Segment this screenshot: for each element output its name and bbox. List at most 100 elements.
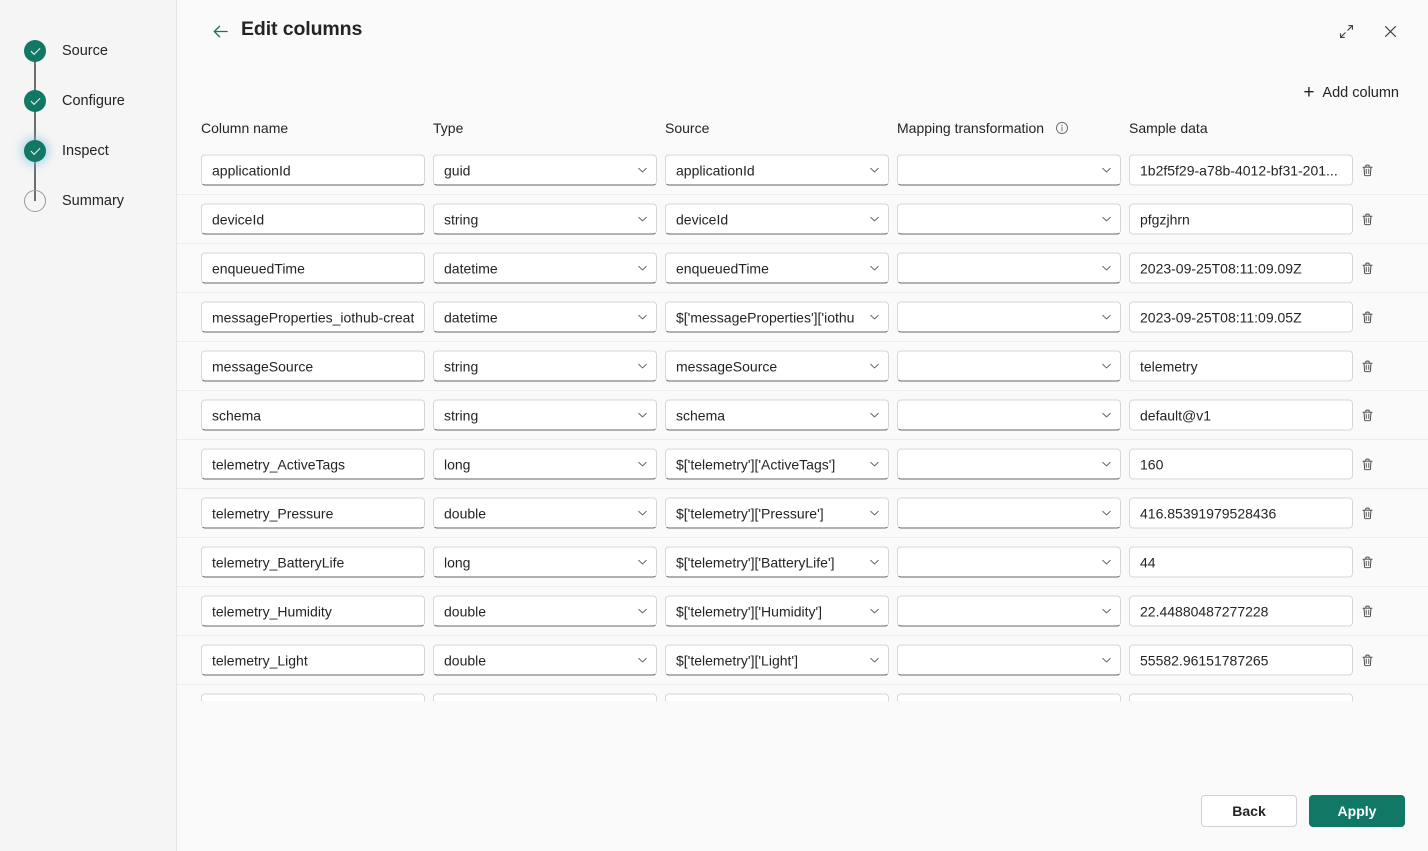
step-label-summary: Summary <box>62 193 125 209</box>
delete-column-button[interactable] <box>1353 156 1381 184</box>
step-label-configure: Configure <box>62 93 125 109</box>
source-dropdown[interactable]: enqueuedTime <box>665 252 889 284</box>
source-dropdown[interactable]: applicationId <box>665 154 889 186</box>
mapping-transformation-dropdown[interactable] <box>897 154 1121 186</box>
delete-column-button[interactable] <box>1353 646 1381 674</box>
column-name-input[interactable]: telemetry_Light <box>201 644 425 676</box>
add-column-button[interactable]: + Add column <box>1296 78 1406 107</box>
type-dropdown[interactable]: long <box>433 448 657 480</box>
delete-column-button[interactable] <box>1353 450 1381 478</box>
delete-column-button[interactable] <box>1353 254 1381 282</box>
column-name-input[interactable] <box>201 693 425 701</box>
source-dropdown[interactable]: $['messageProperties']['iothu <box>665 301 889 333</box>
delete-column-button[interactable] <box>1353 548 1381 576</box>
delete-column-button[interactable] <box>1353 205 1381 233</box>
source-dropdown[interactable] <box>665 693 889 701</box>
type-dropdown[interactable]: double <box>433 497 657 529</box>
cell-mapping-transformation <box>897 644 1121 676</box>
mapping-transformation-dropdown[interactable] <box>897 497 1121 529</box>
cell-column-name: enqueuedTime <box>201 252 425 284</box>
panel-header-actions <box>1331 16 1405 46</box>
cell-source: deviceId <box>665 203 889 235</box>
cell-mapping-transformation <box>897 203 1121 235</box>
columns-table-scroll-area[interactable]: applicationId guid applicationId 1b2f5f29-a… <box>177 146 1428 701</box>
delete-column-button[interactable] <box>1353 597 1381 625</box>
column-name-input[interactable]: enqueuedTime <box>201 252 425 284</box>
mapping-transformation-dropdown[interactable] <box>897 252 1121 284</box>
back-button[interactable]: Back <box>1201 795 1297 827</box>
info-icon[interactable] <box>1055 121 1069 138</box>
column-name-input[interactable]: deviceId <box>201 203 425 235</box>
type-dropdown[interactable]: string <box>433 203 657 235</box>
column-name-input[interactable]: applicationId <box>201 154 425 186</box>
type-dropdown[interactable] <box>433 693 657 701</box>
sidebar-step-source[interactable]: Source <box>0 26 177 101</box>
close-icon[interactable] <box>1375 16 1405 46</box>
sample-data-value: 22.44880487277228 <box>1129 595 1353 627</box>
cell-mapping-transformation <box>897 301 1121 333</box>
type-dropdown[interactable]: string <box>433 399 657 431</box>
column-name-input[interactable]: telemetry_ActiveTags <box>201 448 425 480</box>
column-name-input[interactable]: messageProperties_iothub-creat <box>201 301 425 333</box>
chevron-down-icon <box>868 164 881 177</box>
mapping-transformation-dropdown[interactable] <box>897 399 1121 431</box>
delete-column-button[interactable] <box>1353 695 1381 701</box>
type-dropdown[interactable]: datetime <box>433 252 657 284</box>
table-row: telemetry_ActiveTags long $['telemetry']['… <box>177 440 1428 489</box>
chevron-down-icon <box>868 556 881 569</box>
sidebar-step-configure[interactable]: Configure <box>0 76 177 151</box>
column-name-input[interactable]: messageSource <box>201 350 425 382</box>
source-dropdown[interactable]: $['telemetry']['ActiveTags'] <box>665 448 889 480</box>
type-dropdown[interactable]: guid <box>433 154 657 186</box>
source-dropdown[interactable]: $['telemetry']['Humidity'] <box>665 595 889 627</box>
mapping-transformation-dropdown[interactable] <box>897 301 1121 333</box>
type-dropdown[interactable]: long <box>433 546 657 578</box>
chevron-down-icon <box>1100 164 1113 177</box>
chevron-down-icon <box>868 360 881 373</box>
expand-diagonal-icon[interactable] <box>1331 16 1361 46</box>
delete-column-button[interactable] <box>1353 499 1381 527</box>
back-arrow-icon[interactable] <box>207 18 233 44</box>
sidebar-step-summary[interactable]: Summary <box>0 176 177 226</box>
source-dropdown[interactable]: $['telemetry']['BatteryLife'] <box>665 546 889 578</box>
type-dropdown[interactable]: double <box>433 644 657 676</box>
delete-column-button[interactable] <box>1353 401 1381 429</box>
table-row: enqueuedTime datetime enqueuedTime 2023-09-… <box>177 244 1428 293</box>
cell-type: long <box>433 448 657 480</box>
type-dropdown[interactable]: datetime <box>433 301 657 333</box>
chevron-down-icon <box>868 311 881 324</box>
mapping-transformation-dropdown[interactable] <box>897 448 1121 480</box>
chevron-down-icon <box>1100 409 1113 422</box>
mapping-transformation-dropdown[interactable] <box>897 203 1121 235</box>
chevron-down-icon <box>868 605 881 618</box>
sample-data-value: 55582.96151787265 <box>1129 644 1353 676</box>
cell-column-name: telemetry_Light <box>201 644 425 676</box>
source-dropdown[interactable]: $['telemetry']['Light'] <box>665 644 889 676</box>
cell-mapping-transformation <box>897 546 1121 578</box>
sample-data-value: 416.85391979528436 <box>1129 497 1353 529</box>
mapping-transformation-dropdown[interactable] <box>897 693 1121 701</box>
source-dropdown[interactable]: schema <box>665 399 889 431</box>
mapping-transformation-dropdown[interactable] <box>897 546 1121 578</box>
source-dropdown[interactable]: deviceId <box>665 203 889 235</box>
type-dropdown[interactable]: double <box>433 595 657 627</box>
column-name-input[interactable]: telemetry_BatteryLife <box>201 546 425 578</box>
chevron-down-icon <box>636 654 649 667</box>
source-dropdown[interactable]: $['telemetry']['Pressure'] <box>665 497 889 529</box>
apply-button[interactable]: Apply <box>1309 795 1405 827</box>
mapping-transformation-dropdown[interactable] <box>897 350 1121 382</box>
column-name-input[interactable]: telemetry_Humidity <box>201 595 425 627</box>
sidebar-step-inspect[interactable]: Inspect <box>0 126 177 201</box>
column-name-input[interactable]: telemetry_Pressure <box>201 497 425 529</box>
mapping-transformation-dropdown[interactable] <box>897 644 1121 676</box>
column-name-input[interactable]: schema <box>201 399 425 431</box>
table-row: telemetry_Light double $['telemetry']['Lig… <box>177 636 1428 685</box>
source-dropdown[interactable]: messageSource <box>665 350 889 382</box>
step-status-icon-pending <box>24 190 46 212</box>
cell-type <box>433 693 657 701</box>
delete-column-button[interactable] <box>1353 303 1381 331</box>
cell-column-name: messageProperties_iothub-creat <box>201 301 425 333</box>
delete-column-button[interactable] <box>1353 352 1381 380</box>
mapping-transformation-dropdown[interactable] <box>897 595 1121 627</box>
type-dropdown[interactable]: string <box>433 350 657 382</box>
